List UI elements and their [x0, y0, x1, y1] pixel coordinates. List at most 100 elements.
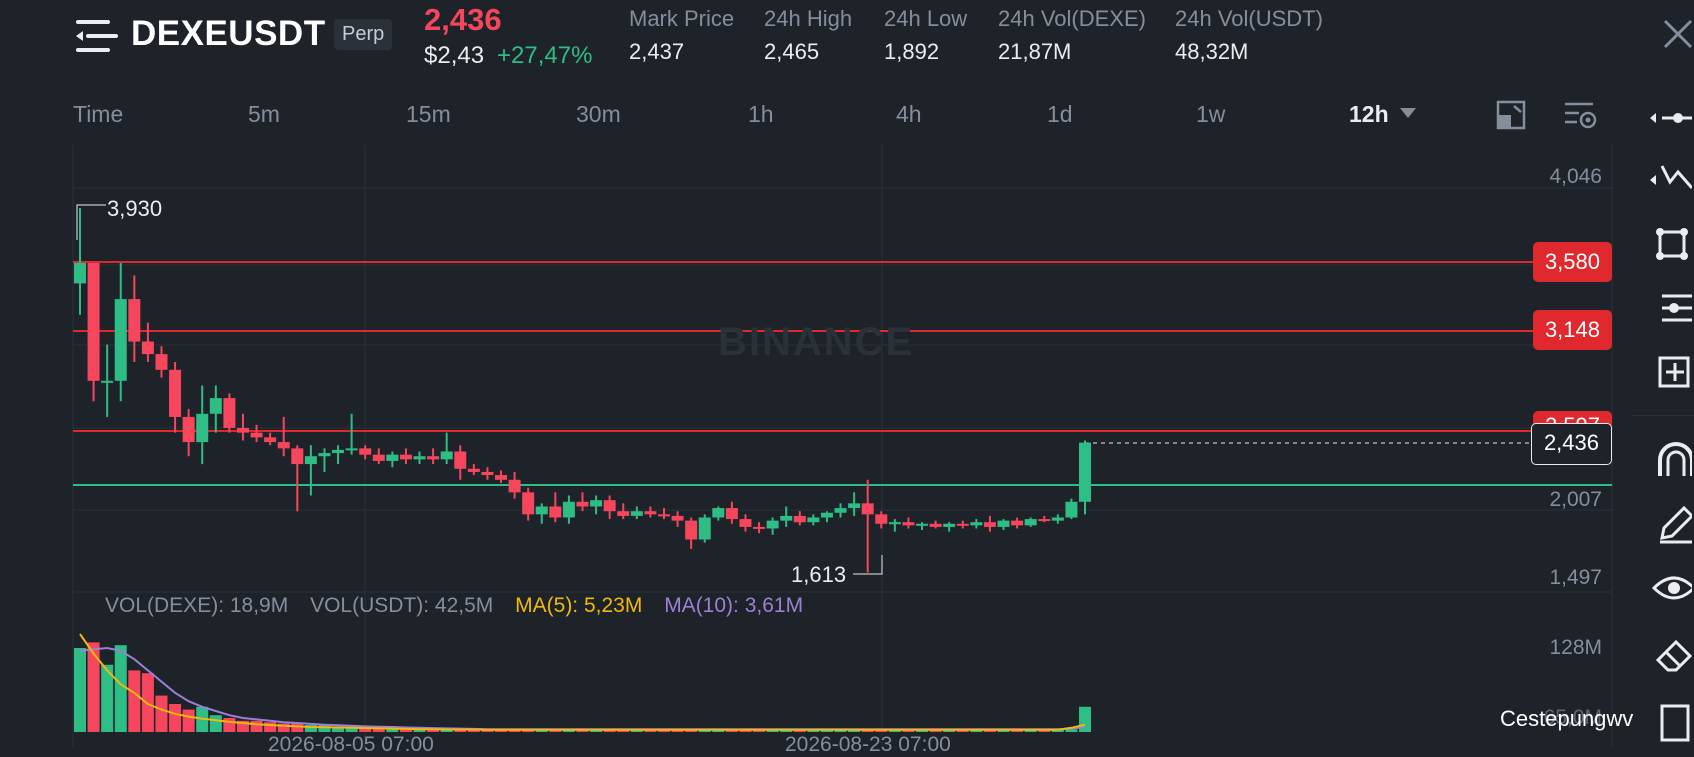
- candle-body: [562, 501, 575, 518]
- vol-base-label: VOL(DEXE): 18,9M: [105, 594, 289, 617]
- candle-body: [617, 511, 630, 516]
- vol-quote-label: VOL(USDT): 42,5M: [310, 594, 494, 617]
- candle-body: [182, 416, 195, 443]
- ma10-line: [79, 646, 1086, 731]
- candle-body: [467, 468, 480, 472]
- high-marker-line: [76, 204, 106, 240]
- candle-body: [413, 456, 426, 460]
- price-axis-mid: 2,007: [1549, 488, 1602, 511]
- candle-body: [685, 520, 698, 540]
- candle-body: [141, 341, 154, 355]
- candle-body: [1011, 520, 1024, 526]
- horizontal-line-tool-icon[interactable]: [1648, 96, 1692, 140]
- binance-watermark: BINANCE: [718, 320, 915, 364]
- candle-body: [916, 523, 929, 526]
- candle-body: [834, 508, 847, 513]
- candle-body: [807, 517, 820, 523]
- ma10-label: MA(10): 3,61M: [664, 594, 804, 617]
- volume-bar: [264, 722, 277, 732]
- eraser-icon[interactable]: [1648, 630, 1692, 674]
- candle-body: [250, 432, 263, 438]
- rectangle-tool-icon[interactable]: [1648, 222, 1692, 266]
- candle-body: [576, 501, 589, 507]
- candle-body: [1051, 517, 1064, 521]
- candle-body: [481, 471, 494, 476]
- candle-body: [549, 506, 562, 518]
- candle-body: [508, 479, 521, 493]
- candle-body: [983, 522, 996, 527]
- candle-body: [277, 442, 290, 449]
- candle-body: [902, 522, 915, 526]
- candle-body: [87, 262, 100, 381]
- volume-bar: [155, 695, 168, 732]
- candlestick-chart[interactable]: [0, 0, 1694, 747]
- candle-body: [345, 448, 358, 451]
- volume-bar: [74, 648, 86, 732]
- current-price-tag: 2,436: [1530, 423, 1612, 465]
- volume-bar: [128, 670, 141, 732]
- price-axis-low: 1,497: [1549, 566, 1602, 589]
- pencil-icon[interactable]: [1648, 502, 1692, 546]
- volume-bar: [250, 720, 263, 732]
- candle-body: [861, 503, 874, 515]
- candle-body: [332, 449, 345, 454]
- vol-axis-top: 128M: [1549, 636, 1602, 659]
- ma5-label: MA(5): 5,23M: [515, 594, 643, 617]
- volume-bar: [87, 642, 100, 732]
- candle-body: [1065, 501, 1078, 518]
- level-tag-2[interactable]: 3,148: [1532, 310, 1612, 350]
- delete-icon[interactable]: [1648, 700, 1692, 744]
- candle-body: [427, 456, 440, 460]
- candle-body: [535, 506, 548, 515]
- candle-body: [196, 413, 209, 443]
- candle-body: [848, 503, 861, 509]
- candle-body: [522, 492, 535, 515]
- candle-body: [359, 448, 372, 455]
- date-label-2: 2026-08-23 07:00: [785, 733, 951, 756]
- candle-body: [739, 519, 752, 527]
- volume-bar: [169, 704, 182, 732]
- candle-body: [753, 526, 766, 529]
- magnet-icon[interactable]: [1648, 438, 1692, 482]
- candle-body: [454, 451, 467, 469]
- candle-body: [698, 517, 711, 540]
- candle-body: [386, 454, 399, 461]
- eye-icon[interactable]: [1648, 566, 1692, 610]
- volume-bar: [182, 709, 195, 732]
- measure-tool-icon[interactable]: [1648, 350, 1692, 394]
- candle-body: [590, 500, 603, 507]
- candle-body: [223, 398, 236, 428]
- candle-body: [793, 515, 806, 523]
- candle-body: [155, 354, 168, 370]
- candle-body: [820, 512, 833, 518]
- volume-bar: [223, 718, 236, 732]
- candle-body: [888, 522, 901, 525]
- candle-body: [101, 380, 114, 383]
- candle-body: [766, 520, 779, 529]
- candle-body: [725, 508, 738, 520]
- trendline-tool-icon[interactable]: [1648, 158, 1692, 202]
- candle-body: [291, 448, 304, 465]
- level-tag-1[interactable]: 3,580: [1532, 242, 1612, 282]
- date-label-1: 2026-08-05 07:00: [268, 733, 434, 756]
- candle-body: [74, 262, 86, 284]
- candle-body: [440, 451, 453, 460]
- candle-body: [304, 456, 317, 465]
- candle-body: [169, 369, 182, 417]
- candle-body: [943, 523, 956, 527]
- high-marker-label: 3,930: [107, 196, 163, 221]
- volume-bar: [114, 645, 127, 732]
- volume-bar: [141, 673, 154, 732]
- candle-body: [264, 437, 277, 443]
- credit-watermark: Cestepungwv: [1500, 706, 1634, 731]
- candle-body: [399, 454, 412, 460]
- candle-body: [1024, 519, 1037, 526]
- candle-body: [712, 508, 725, 518]
- candle-body: [209, 398, 222, 414]
- candle-body: [929, 523, 942, 527]
- candle-body: [372, 454, 385, 461]
- candle-body: [495, 475, 508, 480]
- candle-body: [1038, 519, 1051, 522]
- fib-tool-icon[interactable]: [1648, 286, 1692, 330]
- candle-body: [128, 299, 141, 342]
